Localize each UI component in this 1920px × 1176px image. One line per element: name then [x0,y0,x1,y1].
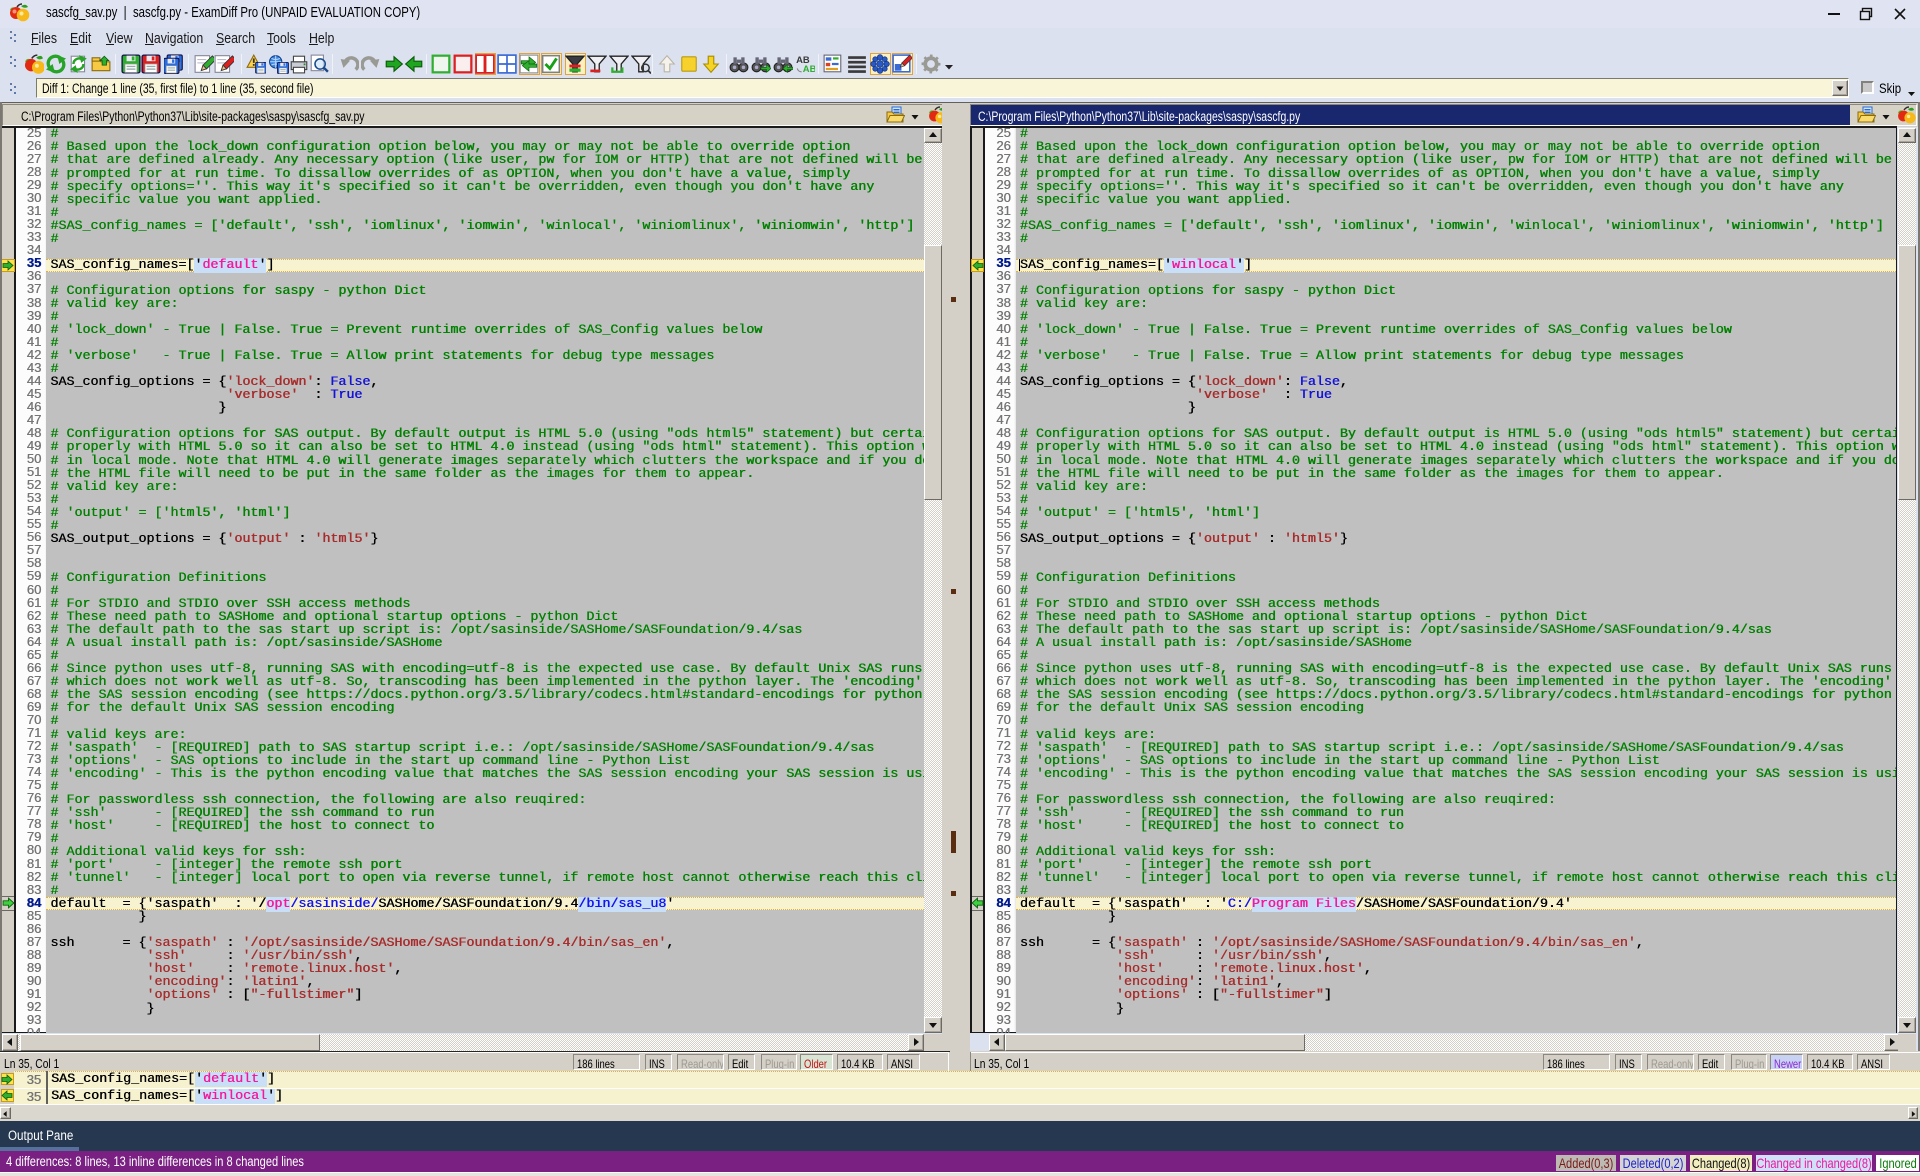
svg-text:AB: AB [803,64,815,74]
